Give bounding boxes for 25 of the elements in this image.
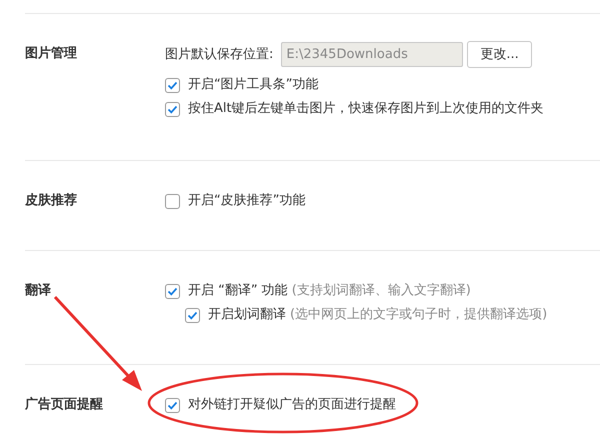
checkbox-label: 按住Alt键后左键单击图片，快速保存图片到上次使用的文件夹: [188, 100, 544, 118]
checkbox[interactable]: [185, 308, 200, 322]
field-label: 图片默认保存位置:: [165, 46, 274, 64]
check-icon: [167, 286, 178, 296]
checkbox[interactable]: [165, 284, 180, 298]
section-label: 广告页面提醒: [25, 396, 104, 414]
checkbox[interactable]: [165, 398, 180, 412]
check-icon: [167, 80, 178, 90]
checkbox-label: 开启“皮肤推荐”功能: [188, 192, 306, 210]
section-label: 皮肤推荐: [25, 192, 78, 210]
checkbox-label: 开启“图片工具条”功能: [188, 76, 318, 94]
check-icon: [167, 104, 178, 114]
check-icon: [187, 310, 198, 320]
hint-text: (支持划词翻译、输入文字翻译): [292, 282, 471, 300]
section-label: 图片管理: [25, 45, 78, 63]
checkbox[interactable]: [165, 78, 180, 92]
change-button[interactable]: 更改...: [467, 41, 532, 68]
checkbox-label: 开启划词翻译: [208, 306, 286, 324]
checkbox[interactable]: [165, 194, 180, 208]
hint-text: (选中网页上的文字或句子时，提供翻译选项): [290, 306, 548, 324]
checkbox-label: 开启 “翻译” 功能: [188, 282, 288, 300]
check-icon: [167, 400, 178, 410]
checkbox[interactable]: [165, 102, 180, 116]
section-label: 翻译: [25, 282, 52, 300]
checkbox-label: 对外链打开疑似广告的页面进行提醒: [188, 396, 396, 414]
